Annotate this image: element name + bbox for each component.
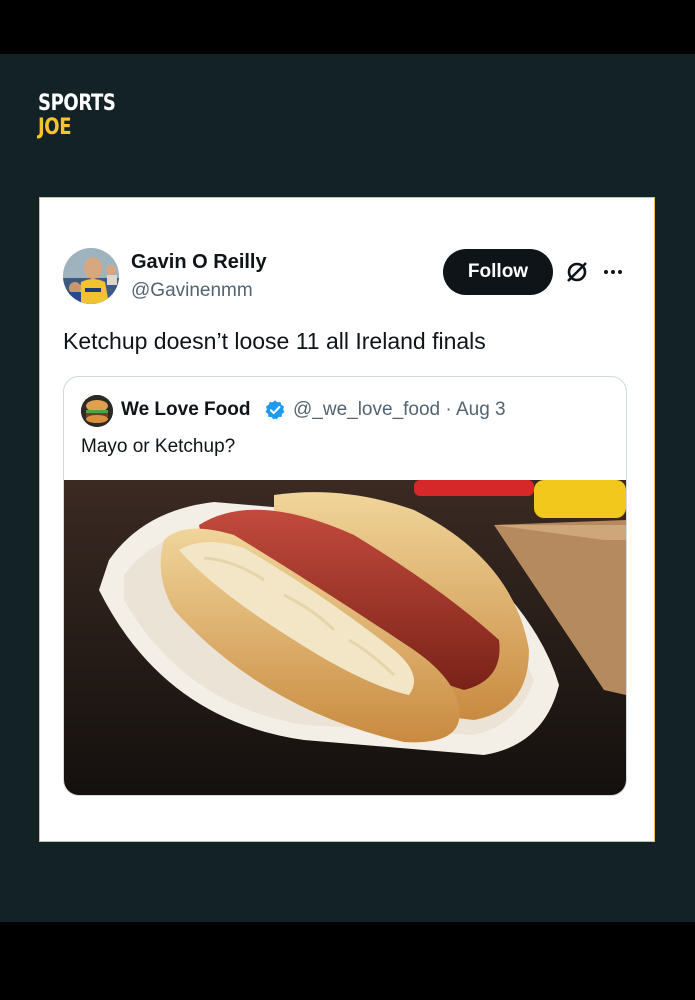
follow-button[interactable]: Follow xyxy=(443,249,553,295)
author-handle[interactable]: @Gavinenmm xyxy=(131,280,253,302)
tweet-text: Ketchup doesn’t loose 11 all Ireland fin… xyxy=(63,328,486,354)
logo-line-2: JOE xyxy=(38,115,72,140)
meta-separator: · xyxy=(445,399,452,420)
quoted-meta: @_we_love_food · Aug 3 xyxy=(293,399,506,421)
more-icon[interactable] xyxy=(601,260,625,284)
quoted-author-name[interactable]: We Love Food xyxy=(121,399,250,421)
quoted-author-avatar[interactable] xyxy=(81,395,113,427)
hotdog-photo[interactable] xyxy=(64,480,626,796)
quoted-date[interactable]: Aug 3 xyxy=(456,399,506,420)
verified-icon xyxy=(265,400,285,420)
quoted-author-handle[interactable]: @_we_love_food xyxy=(293,399,440,420)
x-logo-icon[interactable] xyxy=(565,260,589,284)
logo-line-1: SPORTS xyxy=(38,91,116,116)
author-name[interactable]: Gavin O Reilly xyxy=(131,251,267,274)
quoted-tweet[interactable]: We Love Food @_we_love_food · Aug 3 Mayo… xyxy=(63,376,627,796)
sportsjoe-logo: SPORTS JOE xyxy=(38,91,116,140)
author-avatar[interactable] xyxy=(63,248,119,304)
quoted-text: Mayo or Ketchup? xyxy=(81,436,236,457)
